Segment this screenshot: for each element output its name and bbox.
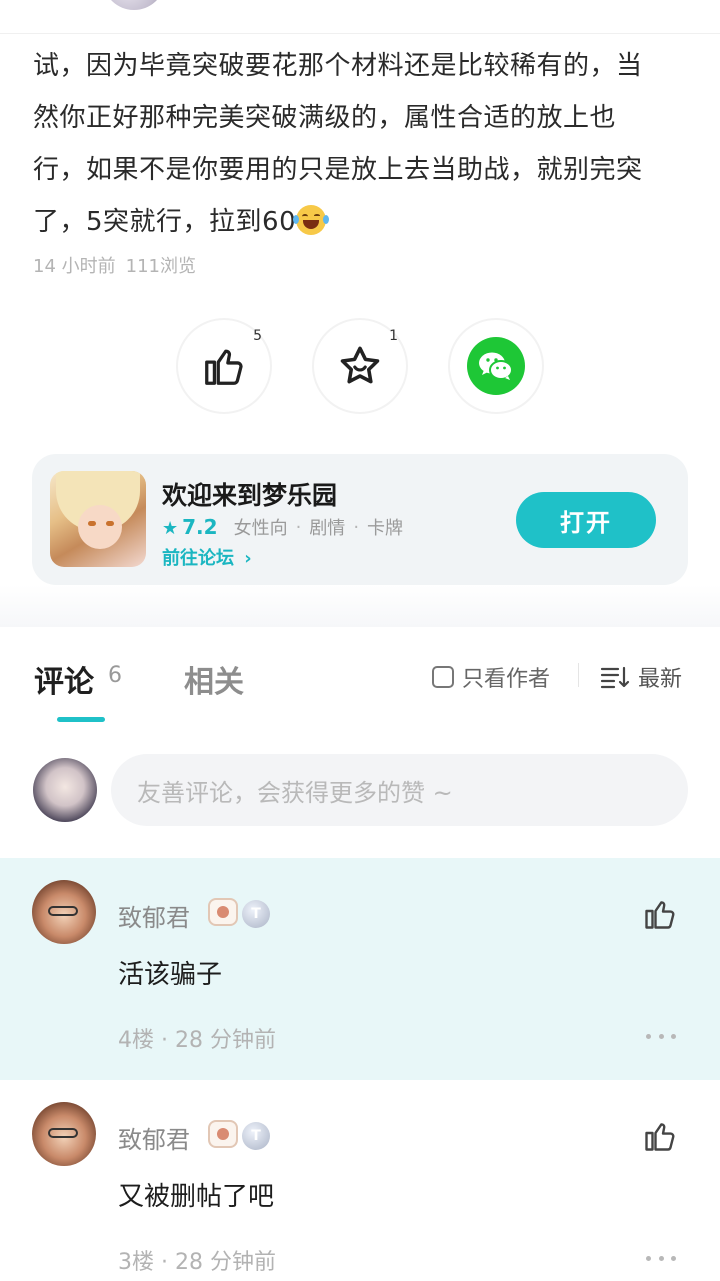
tag-separator: · bbox=[295, 516, 302, 538]
post-line: 行，如果不是你要用的只是放上去当助战，就别完突 bbox=[33, 155, 643, 185]
comment-item[interactable]: 致郁君 T 又被删帖了吧 3楼 · 28 分钟前 bbox=[0, 1080, 720, 1281]
section-divider bbox=[0, 585, 720, 627]
level-badge: T bbox=[242, 900, 270, 928]
share-wechat-button[interactable] bbox=[448, 318, 544, 414]
open-game-button[interactable]: 打开 bbox=[516, 492, 656, 548]
comment-text: 又被删帖了吧 bbox=[118, 1182, 275, 1212]
game-tag: 女性向 bbox=[233, 518, 288, 539]
tag-separator: · bbox=[353, 516, 360, 538]
post-body: 试，因为毕竟突破要花那个材料还是比较稀有的，当 然你正好那种完美突破满级的，属性… bbox=[33, 40, 693, 248]
author-avatar[interactable] bbox=[104, 0, 164, 10]
favorite-count: 1 bbox=[389, 328, 398, 344]
chevron-right-icon: › bbox=[244, 548, 252, 569]
game-card[interactable]: 欢迎来到梦乐园 ★ 7.2 女性向 · 剧情 · 卡牌 前往论坛 › 打开 bbox=[32, 454, 688, 585]
post-line: 试，因为毕竟突破要花那个材料还是比较稀有的，当 bbox=[33, 51, 643, 81]
post-time: 14 小时前 bbox=[33, 256, 116, 277]
comment-floor: 3楼 bbox=[118, 1250, 154, 1275]
comment-time: 28 分钟前 bbox=[174, 1028, 276, 1053]
comment-count: 6 bbox=[108, 663, 122, 688]
game-rating: ★ 7.2 bbox=[162, 515, 218, 539]
comment-author[interactable]: 致郁君 bbox=[118, 1120, 190, 1155]
active-tab-indicator bbox=[57, 717, 105, 722]
thumbs-up-icon[interactable] bbox=[642, 896, 678, 932]
game-tag: 卡牌 bbox=[367, 518, 404, 539]
game-title: 欢迎来到梦乐园 bbox=[162, 481, 338, 510]
sort-label: 最新 bbox=[638, 667, 683, 692]
comment-author[interactable]: 致郁君 bbox=[118, 898, 190, 933]
sort-icon bbox=[600, 666, 630, 689]
author-only-toggle[interactable]: 只看作者 bbox=[432, 661, 550, 693]
divider bbox=[578, 663, 579, 687]
fan-badge-icon bbox=[208, 1120, 238, 1148]
comment-item[interactable]: 致郁君 T 活该骗子 4楼 · 28 分钟前 bbox=[0, 858, 720, 1080]
game-tag: 剧情 bbox=[309, 518, 346, 539]
post-line: 然你正好那种完美突破满级的，属性合适的放上也 bbox=[33, 103, 617, 133]
meta-separator: · bbox=[154, 1028, 175, 1053]
favorite-button[interactable]: 1 bbox=[312, 318, 408, 414]
like-count: 5 bbox=[253, 328, 262, 344]
comment-floor: 4楼 bbox=[118, 1028, 154, 1053]
forum-link[interactable]: 前往论坛 › bbox=[162, 544, 252, 570]
meta-separator: · bbox=[154, 1250, 175, 1275]
forum-link-label: 前往论坛 bbox=[162, 548, 234, 569]
post-line-last: 了，5突就行，拉到60 bbox=[33, 196, 693, 248]
like-button[interactable]: 5 bbox=[176, 318, 272, 414]
avatar[interactable] bbox=[32, 880, 96, 944]
my-avatar bbox=[33, 758, 97, 822]
comment-meta: 3楼 · 28 分钟前 bbox=[118, 1244, 276, 1276]
post-line-text: 了，5突就行，拉到60 bbox=[33, 207, 297, 237]
sort-button[interactable]: 最新 bbox=[600, 661, 682, 693]
game-icon bbox=[50, 471, 146, 567]
comment-meta: 4楼 · 28 分钟前 bbox=[118, 1022, 276, 1054]
fan-badge-icon bbox=[208, 898, 238, 926]
game-info: ★ 7.2 女性向 · 剧情 · 卡牌 bbox=[162, 514, 403, 540]
avatar[interactable] bbox=[32, 1102, 96, 1166]
level-badge: T bbox=[242, 1122, 270, 1150]
checkbox-icon bbox=[432, 666, 454, 688]
rating-star-icon: ★ bbox=[162, 518, 179, 539]
post-meta: 14 小时前 111浏览 bbox=[33, 252, 196, 278]
rating-value: 7.2 bbox=[182, 515, 218, 539]
post-views: 111浏览 bbox=[125, 256, 196, 277]
comment-time: 28 分钟前 bbox=[174, 1250, 276, 1275]
comment-text: 活该骗子 bbox=[118, 960, 223, 990]
tab-comments[interactable]: 评论 bbox=[34, 657, 94, 701]
laughing-with-tears-emoji-icon bbox=[293, 205, 330, 235]
comment-input[interactable]: 友善评论，会获得更多的赞 ~ bbox=[111, 754, 688, 826]
top-bar-remnant bbox=[0, 0, 720, 34]
thumbs-up-icon[interactable] bbox=[642, 1118, 678, 1154]
author-only-label: 只看作者 bbox=[462, 667, 551, 692]
wechat-icon bbox=[467, 337, 525, 395]
star-icon bbox=[340, 346, 380, 384]
tab-related[interactable]: 相关 bbox=[184, 657, 244, 701]
more-icon[interactable] bbox=[646, 1034, 676, 1042]
more-icon[interactable] bbox=[646, 1256, 676, 1264]
thumbs-up-icon bbox=[205, 349, 243, 385]
comment-tabs: 评论 6 相关 只看作者 最新 bbox=[0, 627, 720, 727]
